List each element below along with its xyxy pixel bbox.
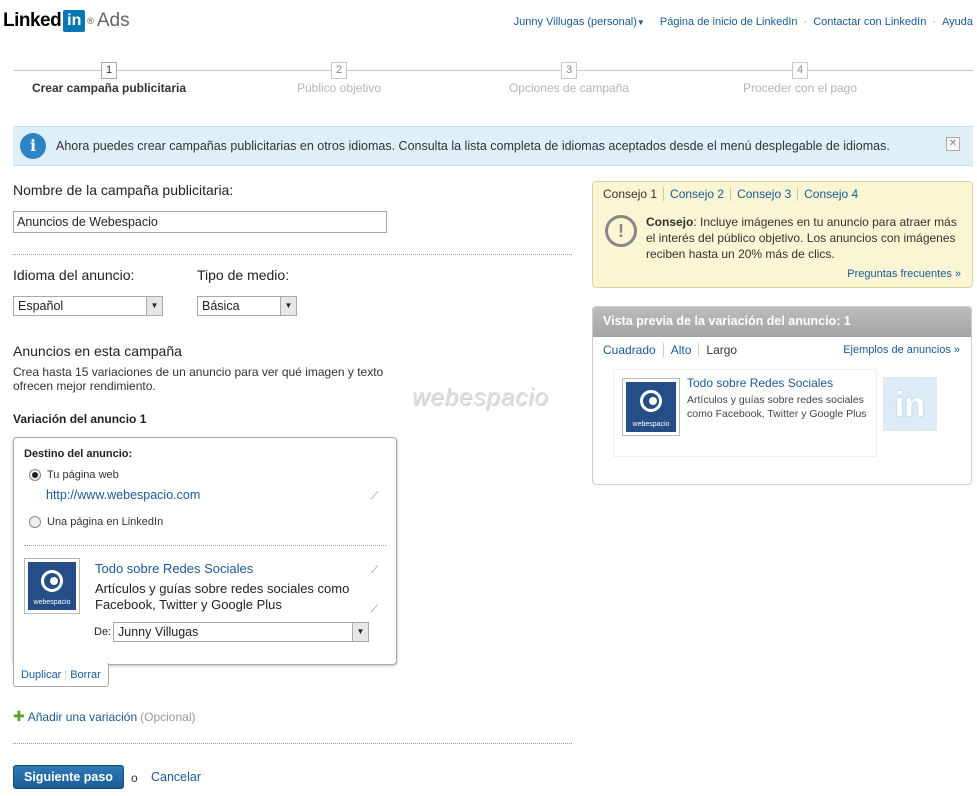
card-divider [24, 545, 386, 546]
step-1: 1 Crear campaña publicitaria [9, 62, 209, 95]
radio-web-label: Tu página web [47, 469, 119, 481]
or-text: o [131, 771, 138, 785]
media-type-select-value: Básica [202, 299, 240, 313]
preview-title: Vista previa de la variación del anuncio… [593, 307, 971, 337]
preview-image-caption: webespacio [632, 421, 670, 428]
resize-handle-icon[interactable]: ⟋ [371, 491, 378, 502]
language-select-value: Español [18, 299, 64, 313]
step-1-label: Crear campaña publicitaria [31, 81, 187, 95]
divider [13, 743, 572, 744]
tab-long[interactable]: Largo [706, 343, 737, 357]
step-2-label: Público objetivo [296, 81, 382, 95]
info-banner-text: Ahora puedes crear campañas publicitaria… [56, 139, 890, 153]
watermark-text: webespacio [412, 384, 549, 411]
radio-unselected-icon[interactable] [29, 516, 41, 528]
tab-tall[interactable]: Alto [671, 343, 700, 357]
ad-examples-link[interactable]: Ejemplos de anuncios » [843, 344, 960, 356]
logo-ads-label: Ads [96, 10, 130, 31]
variation-title: Variación del anuncio 1 [13, 412, 147, 426]
destination-label: Destino del anuncio: [24, 448, 133, 460]
ad-image[interactable]: webespacio [24, 558, 80, 614]
language-select[interactable]: Español ▼ [13, 296, 163, 316]
step-2: 2 Público objetivo [239, 62, 439, 95]
resize-handle-icon[interactable]: ⟋ [371, 604, 378, 615]
exclamation-icon: ! [605, 215, 637, 247]
chevron-down-icon: ▼ [352, 623, 368, 641]
campaign-name-input[interactable]: Anuncios de Webespacio [13, 211, 387, 233]
tab-tip-3[interactable]: Consejo 3 [737, 187, 799, 201]
logo-registered-mark: ® [87, 16, 94, 26]
ad-preview-panel: Vista previa de la variación del anuncio… [592, 306, 972, 485]
step-4-label: Proceder con el pago [742, 81, 858, 95]
variation-actions: Duplicar | Borrar [13, 663, 109, 687]
contact-linkedin-link[interactable]: Contactar con LinkedIn [813, 16, 926, 28]
tab-tip-2[interactable]: Consejo 2 [670, 187, 732, 201]
radio-web-option[interactable]: Tu página web [29, 469, 119, 481]
language-label: Idioma del anuncio: [13, 267, 135, 283]
ad-variation-card: Destino del anuncio: Tu página web http:… [13, 437, 397, 665]
divider [13, 254, 572, 255]
info-banner: i Ahora puedes crear campañas publicitar… [13, 126, 973, 166]
info-icon: i [20, 133, 46, 159]
ads-heading: Anuncios en esta campaña [13, 343, 182, 359]
user-menu-link[interactable]: Junny Villugas (personal)▼ [514, 16, 645, 28]
tab-square[interactable]: Cuadrado [603, 343, 664, 357]
media-type-label: Tipo de medio: [197, 267, 290, 283]
top-navigation: Junny Villugas (personal)▼ Página de ini… [513, 16, 973, 28]
dropdown-arrow-icon: ▼ [636, 18, 645, 27]
tip-text: Consejo: Incluye imágenes en tu anuncio … [646, 214, 964, 262]
plus-icon: ✚ [13, 708, 25, 724]
from-select-value: Junny Villugas [118, 625, 199, 639]
step-3: 3 Opciones de campaña [469, 62, 669, 95]
step-1-number: 1 [101, 62, 117, 79]
radio-linkedin-label: Una página en LinkedIn [47, 516, 164, 528]
radio-linkedin-option[interactable]: Una página en LinkedIn [29, 516, 163, 528]
radio-selected-icon[interactable] [29, 469, 41, 481]
from-label: De: [94, 626, 112, 638]
help-link[interactable]: Ayuda [942, 16, 973, 28]
tips-box: Consejo 1 Consejo 2 Consejo 3 Consejo 4 … [592, 181, 973, 288]
faq-link[interactable]: Preguntas frecuentes » [847, 268, 961, 280]
chevron-down-icon: ▼ [146, 297, 162, 315]
linkedin-home-link[interactable]: Página de inicio de LinkedIn [660, 16, 798, 28]
resize-handle-icon[interactable]: ⟋ [371, 565, 378, 576]
duplicate-link[interactable]: Duplicar [21, 669, 61, 681]
linkedin-ads-logo[interactable]: Linked in ® Ads [3, 8, 130, 34]
tab-tip-1[interactable]: Consejo 1 [603, 187, 665, 201]
from-select[interactable]: Junny Villugas ▼ [113, 622, 369, 642]
ads-description: Crea hasta 15 variaciones de un anuncio … [13, 365, 384, 393]
media-type-select[interactable]: Básica ▼ [197, 296, 297, 316]
step-2-number: 2 [331, 62, 347, 79]
step-3-label: Opciones de campaña [508, 81, 630, 95]
step-3-number: 3 [561, 62, 577, 79]
url-input[interactable]: http://www.webespacio.com [46, 488, 382, 506]
logo-in-icon: in [63, 10, 86, 32]
chevron-down-icon: ▼ [280, 297, 296, 315]
preview-size-tabs: Cuadrado Alto Largo [603, 343, 737, 357]
add-variation-link[interactable]: Añadir una variación [28, 710, 137, 724]
campaign-name-label: Nombre de la campaña publicitaria: [13, 182, 234, 198]
add-variation-row: ✚ Añadir una variación (Opcional) [13, 708, 196, 725]
cancel-link[interactable]: Cancelar [151, 770, 201, 784]
delete-link[interactable]: Borrar [70, 669, 101, 681]
step-4: 4 Proceder con el pago [700, 62, 900, 95]
logo-word: Linked [3, 10, 62, 31]
tip-strong-label: Consejo [646, 215, 694, 229]
optional-label: (Opcional) [140, 709, 196, 724]
close-icon[interactable]: ✕ [946, 137, 960, 151]
ad-title-input[interactable]: Todo sobre Redes Sociales [95, 561, 253, 576]
tip-body: : Incluye imágenes en tu anuncio para at… [646, 215, 957, 261]
tab-tip-4[interactable]: Consejo 4 [804, 187, 864, 201]
step-4-number: 4 [792, 62, 808, 79]
ad-image-caption: webespacio [33, 599, 71, 606]
preview-ad-body: Artículos y guías sobre redes sociales c… [687, 394, 867, 420]
preview-ad-image: webespacio [622, 378, 680, 436]
linkedin-logo-icon: in [883, 377, 937, 431]
next-step-button[interactable]: Siguiente paso [13, 765, 124, 789]
preview-ad-title[interactable]: Todo sobre Redes Sociales [687, 376, 833, 390]
ad-body-input[interactable]: Artículos y guías sobre redes sociales c… [95, 581, 370, 613]
tips-tabs: Consejo 1 Consejo 2 Consejo 3 Consejo 4 [603, 187, 870, 201]
preview-ad: webespacio Todo sobre Redes Sociales Art… [613, 369, 877, 457]
